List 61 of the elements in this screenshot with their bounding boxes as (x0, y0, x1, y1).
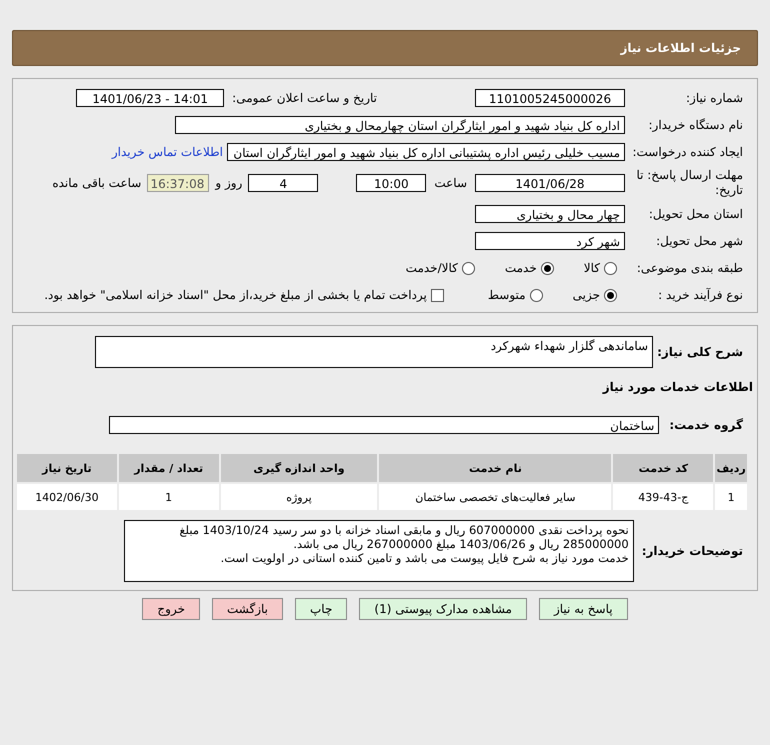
buyer-contact-link[interactable]: اطلاعات تماس خریدار (112, 145, 223, 159)
action-button[interactable]: چاپ (295, 598, 348, 620)
announce-date-field: 1401/06/23 - 14:01 (76, 89, 224, 107)
city-field: شهر کرد (475, 232, 625, 250)
column-header: واحد اندازه گیری (220, 454, 378, 482)
field-label: نوع فرآیند خرید : (657, 288, 744, 302)
table-cell: سایر فعالیت‌های تخصصی ساختمان (379, 484, 612, 510)
remaining-label: ساعت باقی مانده (52, 176, 142, 190)
column-header: تاریخ نیاز (17, 454, 117, 482)
province-field: چهار محال و بختیاری (475, 205, 625, 223)
need-number-field: 1101005245000026 (475, 89, 625, 107)
field-label: شهر محل تحویل: (655, 234, 744, 248)
table-cell: 1 (118, 484, 219, 510)
radio-label: کالا/خدمت (406, 261, 458, 275)
table-cell: پروژه (220, 484, 378, 510)
field-label: شماره نیاز: (685, 91, 744, 105)
table-cell: 1402/06/30 (17, 484, 117, 510)
page-header: جزئیات اطلاعات نیاز (12, 30, 758, 66)
notes-paragraph: خدمت مورد نیاز به شرح فایل پیوست می باشد و تامین کننده استانی در اولویت است. (220, 551, 629, 565)
field-label: نام دستگاه خریدار: (648, 118, 744, 132)
action-button[interactable]: مشاهده مدارک پیوستی (1) (359, 598, 527, 620)
summary-field: ساماندهی گلزار شهداء شهرکرد (95, 336, 654, 368)
notes-paragraph: نحوه پرداخت نقدی 607000000 ریال و مابقی اسناد خزانه با دو سر رسید 1403/10/24 مبلغ 285000000 ریال و 1403/06/26 مبلغ 267000000 ریال می باشد. (178, 523, 629, 551)
table-cell: 1 (715, 484, 747, 510)
column-header: ردیف (715, 454, 747, 482)
radio-button[interactable] (604, 262, 617, 274)
deadline-time-field: 10:00 (356, 174, 426, 192)
field-label: طبقه بندی موضوعی: (636, 261, 744, 275)
radio-label: متوسط (488, 288, 526, 302)
table-cell: ج-43-439 (613, 484, 714, 510)
field-label: استان محل تحویل: (648, 207, 744, 221)
service-group-field: ساختمان (109, 416, 660, 434)
field-label: توضیحات خریدار: (640, 544, 744, 558)
checkbox-label: پرداخت تمام یا بخشی از مبلغ خرید،از محل "اسناد خزانه اسلامی" خواهد بود. (44, 288, 427, 302)
radio-label: جزیی (572, 288, 600, 302)
buyer-field: اداره کل بنیاد شهید و امور ایثارگران استان چهارمحال و بختیاری (175, 116, 625, 134)
field-label: تاریخ و ساعت اعلان عمومی: (232, 91, 378, 105)
field-label: گروه خدمت: (668, 418, 744, 432)
action-button[interactable]: خروج (142, 598, 200, 620)
checkbox[interactable] (430, 288, 444, 302)
requester-field: مسیب خلیلی رئیس اداره پشتیبانی اداره کل بنیاد شهید و امور ایثارگران استان (227, 143, 625, 161)
field-label: مهلت ارسال پاسخ: تا تاریخ: (635, 168, 744, 198)
radio-button[interactable] (604, 288, 617, 302)
column-header: کد خدمت (613, 454, 714, 482)
radio-label: کالا (584, 261, 600, 275)
radio-button[interactable] (540, 262, 554, 274)
time-label: ساعت (434, 176, 467, 190)
radio-label: خدمت (504, 261, 537, 275)
action-button[interactable]: پاسخ به نیاز (538, 598, 628, 620)
field-label: ایجاد کننده درخواست: (631, 145, 744, 159)
section-title: اطلاعات خدمات مورد نیاز (602, 380, 754, 394)
remaining-time-field: 16:37:08 (147, 174, 210, 192)
radio-button[interactable] (530, 288, 543, 302)
column-header: تعداد / مقدار (118, 454, 219, 482)
days-label: روز و (215, 176, 242, 190)
radio-button[interactable] (462, 262, 475, 274)
field-label: شرح کلی نیاز: (656, 345, 744, 359)
action-button[interactable]: بازگشت (212, 598, 283, 620)
days-field: 4 (248, 174, 318, 192)
deadline-date-field: 1401/06/28 (475, 174, 625, 192)
column-header: نام خدمت (379, 454, 612, 482)
